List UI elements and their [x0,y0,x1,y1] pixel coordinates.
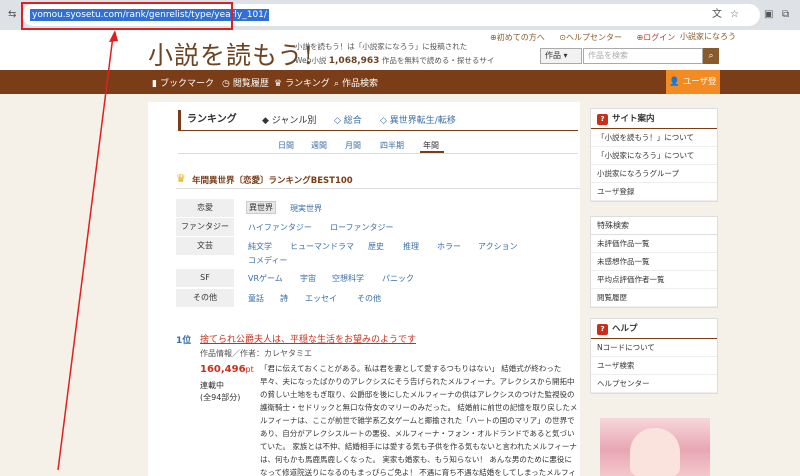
bookmark-icon: ▮ [152,79,157,89]
sidebar-guide-title: ? サイト案内 [591,109,717,129]
search-icon: ⌕ [334,79,340,89]
arrow-head [109,30,118,42]
search-type-select[interactable]: 作品 ▾ [540,48,582,64]
genre-link-mystery[interactable]: 推理 [403,241,419,252]
genre-label-other: その他 [176,289,234,307]
register-button[interactable]: 👤 ユーザ登録 [666,70,720,111]
question-icon: ? [597,114,608,125]
ranking-icon: ♛ [274,79,283,89]
genre-link-real-world[interactable]: 現実世界 [290,203,322,214]
nav-history[interactable]: ◷ 閲覧履歴 [222,76,269,89]
rank-position: 1位 [176,336,192,346]
sidebar-help-title: ? ヘルプ [591,319,717,339]
sidebar-link-user-search[interactable]: ユーザ検索 [591,357,717,375]
genre-link-human-drama[interactable]: ヒューマンドラマ [290,241,354,252]
heading-divider [176,188,580,189]
genre-link-horror[interactable]: ホラー [437,241,461,252]
period-quarterly[interactable]: 四半期 [380,140,404,151]
ad-banner-image[interactable] [600,418,710,476]
genre-link-isekai[interactable]: 異世界 [246,201,276,214]
sidebar-link-about-narou[interactable]: 「小説家になろう」について [591,147,717,165]
tab-genre[interactable]: ◆ ジャンル別 [262,113,316,126]
sidebar-link-ncode[interactable]: Nコードについて [591,339,717,357]
search-input[interactable]: 作品を検索 [583,48,703,64]
header-links: ⊕初めての方へ ⊙ヘルプセンター ⊕ログイン [490,32,687,43]
sidebar-link-unrated[interactable]: 未評価作品一覧 [591,235,717,253]
genre-link-low-fantasy[interactable]: ローファンタジー [330,222,394,233]
genre-label-sf: SF [176,269,234,287]
sidebar-special-box: 特殊検索 未評価作品一覧 未感想作品一覧 平均点評価作者一覧 閲覧履歴 [590,216,718,308]
genre-link-action[interactable]: アクション [478,241,518,252]
sidebar-link-group[interactable]: 小説家になろうグループ [591,165,717,183]
sidebar-link-avg-rating[interactable]: 平均点評価作者一覧 [591,271,717,289]
tagline-line-1: 小説を読もう！は「小説家になろう」に投稿された [295,42,468,51]
period-weekly[interactable]: 週間 [311,140,327,151]
ad-illustration [630,428,680,476]
entry-points: 160,496pt [200,364,254,375]
genre-label-literature: 文芸 [176,237,234,255]
genre-link-pure-literature[interactable]: 純文学 [248,241,272,252]
entry-status: 連載中 (全94部分) [200,380,240,404]
genre-label-romance: 恋愛 [176,199,234,217]
genre-link-high-fantasy[interactable]: ハイファンタジー [248,222,312,233]
tab-isekai[interactable]: ◇ 異世界転生/転移 [380,113,456,126]
sidebar-link-about-yomou[interactable]: 「小説を読もう！」について [591,129,717,147]
translate-icon[interactable]: 文 [712,8,722,22]
crown-icon: ♛ [176,172,186,185]
tab-overall[interactable]: ◇ 総合 [334,113,362,126]
genre-link-other[interactable]: その他 [357,293,381,304]
sidebar-link-help-center[interactable]: ヘルプセンター [591,375,717,393]
site-logo[interactable]: 小説を読もう! [148,36,314,72]
site-info-icon[interactable]: ⇆ [8,8,16,22]
tagline-prefix: Web小説 [295,56,327,65]
login-link[interactable]: ⊕ログイン [637,33,682,42]
first-time-link[interactable]: ⊕初めての方へ [490,33,551,42]
period-divider [178,153,578,154]
period-yearly[interactable]: 年間 [423,140,439,151]
ranking-title: ランキング [178,110,254,130]
nav-ranking[interactable]: ♛ ランキング [274,76,330,89]
sidebar-link-register[interactable]: ユーザ登録 [591,183,717,201]
extension-icon[interactable]: ▣ [764,8,773,22]
nav-bookmark[interactable]: ▮ ブックマーク [152,76,214,89]
genre-link-sci-fi[interactable]: 空想科学 [332,273,364,284]
question-icon: ? [597,324,608,335]
sidebar-special-title: 特殊検索 [591,217,717,235]
ranking-heading: 年間異世界〔恋愛〕ランキングBEST100 [192,176,353,186]
help-center-link[interactable]: ⊙ヘルプセンター [559,33,628,42]
sidebar-link-history[interactable]: 閲覧履歴 [591,289,717,307]
history-icon: ◷ [222,79,230,89]
work-count: 1,068,963 [328,56,380,66]
bookmark-star-icon[interactable]: ☆ [730,8,739,22]
genre-link-comedy[interactable]: コメディー [248,255,287,266]
partner-site-logo[interactable]: 小説家になろう [680,31,736,42]
genre-link-poetry[interactable]: 詩 [280,293,288,304]
genre-link-essay[interactable]: エッセイ [305,293,337,304]
entry-synopsis: 「君に伝えておくことがある。私は君を妻として愛するつもりはない」 結婚式が終わっ… [260,364,578,476]
genre-label-fantasy: ファンタジー [176,218,234,236]
genre-link-space[interactable]: 宇宙 [300,273,316,284]
episode-count: (全94部分) [200,393,241,402]
genre-link-history[interactable]: 歴史 [368,241,384,252]
nav-search[interactable]: ⌕ 作品検索 [334,76,378,89]
sidebar-link-no-review[interactable]: 未感想作品一覧 [591,253,717,271]
entry-meta[interactable]: 作品情報／作者：カレヤタミエ [200,348,312,359]
search-button[interactable]: ⌕ [703,48,719,64]
sidebar-guide-box: ? サイト案内 「小説を読もう！」について 「小説家になろう」について 小説家にな… [590,108,718,202]
genre-link-fairy-tale[interactable]: 童話 [248,293,264,304]
serial-status: 連載中 [200,381,224,390]
search-icon: ⌕ [708,51,714,61]
sidebar-help-box: ? ヘルプ Nコードについて ユーザ検索 ヘルプセンター [590,318,718,394]
period-monthly[interactable]: 月間 [345,140,361,151]
entry-title-link[interactable]: 捨てられ公爵夫人は、平穏な生活をお望みのようです [200,332,416,345]
genre-link-panic[interactable]: パニック [382,273,414,284]
extensions-puzzle-icon[interactable]: ⧉ [782,8,789,22]
genre-link-vr-game[interactable]: VRゲーム [248,273,283,284]
period-daily[interactable]: 日間 [278,140,294,151]
user-icon: 👤 [669,77,681,87]
ranking-divider [178,130,578,131]
annotation-highlight-box [21,2,233,30]
